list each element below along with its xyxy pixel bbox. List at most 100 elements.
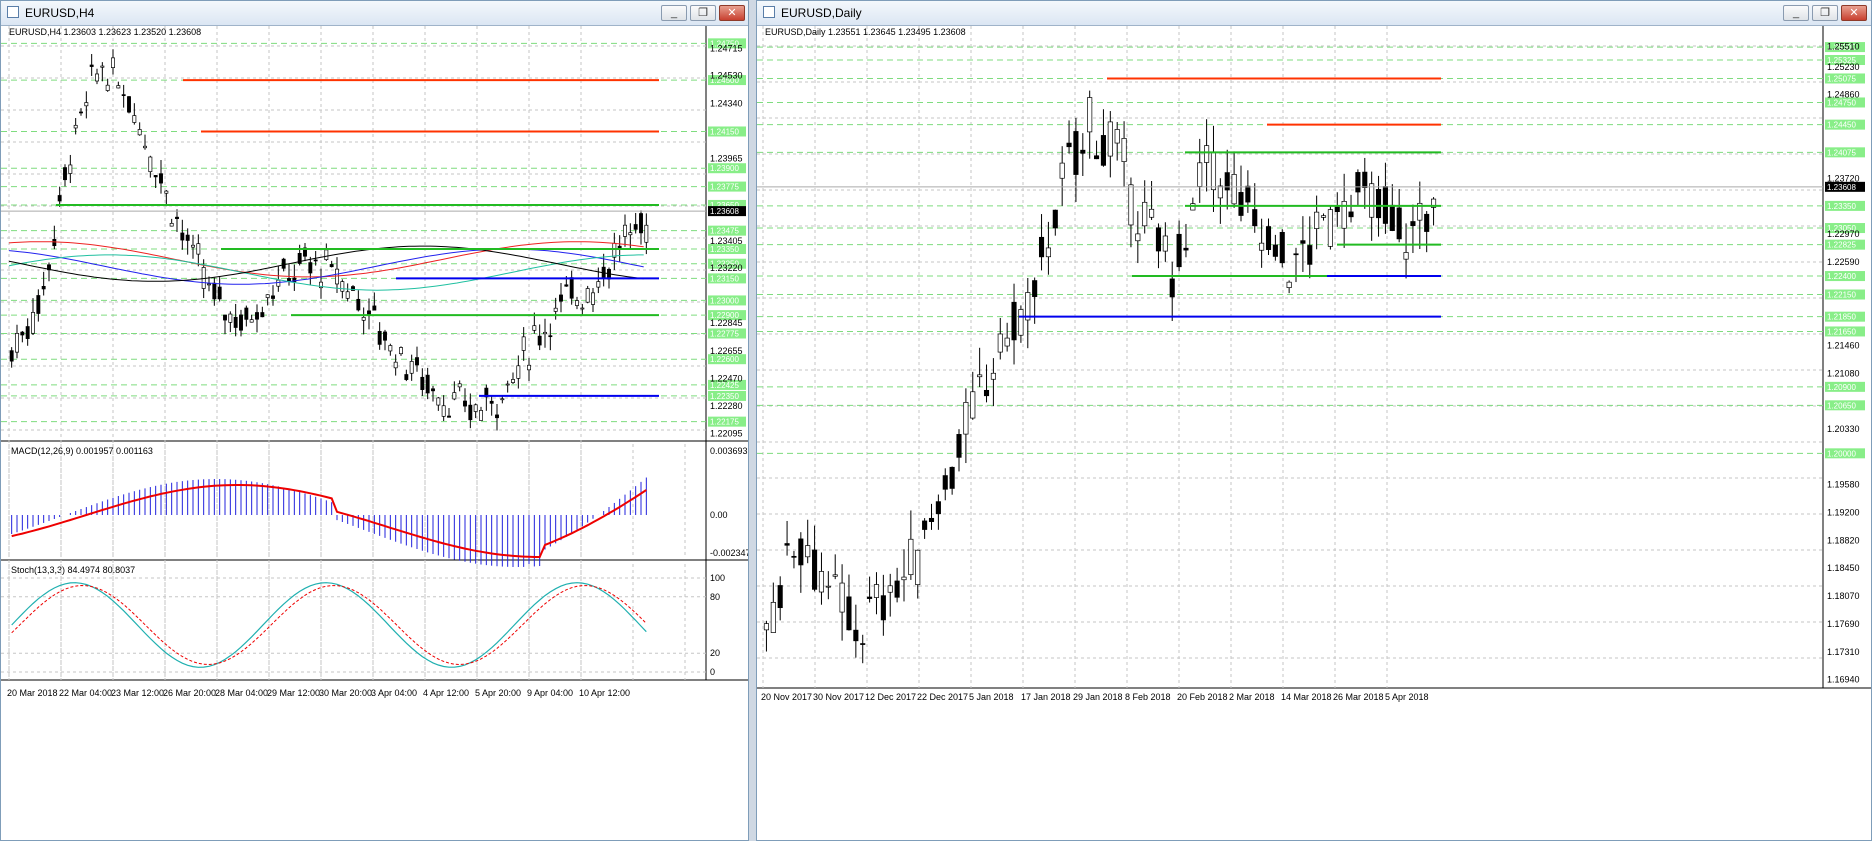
candle-body: [1135, 233, 1141, 242]
current-price-text: 1.23608: [710, 207, 739, 216]
candle-body: [575, 300, 579, 306]
macd-axis-bottom: -0.002347: [710, 548, 748, 558]
price-axis-label: 1.24530: [710, 71, 743, 81]
candle-body: [935, 501, 941, 515]
price-axis-label: 1.18070: [1827, 591, 1860, 601]
level-badge-text: 1.23900: [710, 164, 739, 173]
daily-chart-canvas[interactable]: 1.255001.253251.250751.247501.244501.240…: [757, 26, 1871, 840]
candle-body: [846, 596, 852, 631]
candle-body: [990, 372, 996, 380]
candle-body: [441, 405, 446, 417]
level-badge-text: 1.22600: [710, 355, 739, 364]
restore-button[interactable]: ❐: [1812, 5, 1838, 21]
candle-body: [468, 404, 473, 421]
candle-body: [415, 357, 419, 366]
candle-body: [1217, 185, 1223, 199]
level-badge-text: 1.20900: [1827, 383, 1856, 392]
daily-chart-window: EURUSD,Daily _ ❐ ✕ 1.25500 1.25325 1.25075…: [756, 0, 1872, 841]
candle-body: [15, 333, 19, 353]
stoch-label: Stoch(13,3,3) 84.4974 80.8037: [11, 565, 135, 575]
daily-window-titlebar[interactable]: EURUSD,Daily _ ❐ ✕: [757, 1, 1871, 26]
candle-body: [244, 307, 249, 320]
candle-body: [553, 307, 558, 312]
candle-body: [79, 111, 83, 114]
close-button[interactable]: ✕: [1841, 5, 1867, 21]
candle-body: [1259, 242, 1265, 251]
candle-body: [915, 549, 921, 585]
candle-body: [1238, 192, 1244, 216]
time-axis-label: 30 Nov 2017: [813, 692, 864, 702]
time-axis-label: 30 Mar 20:00: [319, 688, 372, 698]
candle-body: [1396, 207, 1402, 240]
price-axis-label: 1.22590: [1827, 257, 1860, 267]
candle-body: [143, 145, 147, 149]
candle-body: [121, 94, 126, 96]
candle-body: [1107, 121, 1113, 157]
candle-body: [159, 173, 163, 184]
time-axis-label: 8 Feb 2018: [1125, 692, 1171, 702]
level-badge-text: 1.22825: [1827, 241, 1856, 250]
candle-body: [153, 175, 158, 178]
level-badge-text: 1.23350: [710, 245, 739, 254]
candle-body: [997, 333, 1003, 353]
candle-body: [585, 288, 590, 303]
candle-body: [908, 538, 914, 576]
candle-body: [1149, 208, 1155, 218]
candle-body: [260, 312, 265, 318]
candle-body: [1410, 221, 1416, 227]
price-axis-label: 1.24860: [1827, 89, 1860, 99]
h4-window-titlebar[interactable]: EURUSD,H4 _ ❐ ✕: [1, 1, 748, 26]
candle-body: [1334, 206, 1340, 212]
level-badge-text: 1.25075: [1827, 74, 1856, 83]
time-axis-label: 22 Dec 2017: [917, 692, 968, 702]
candle-body: [196, 243, 201, 255]
price-axis-label: 1.22095: [710, 428, 743, 438]
h4-chart-canvas[interactable]: 1.247501.245001.241501.239001.237751.236…: [1, 26, 748, 840]
candle-body: [867, 596, 873, 599]
candle-body: [409, 361, 414, 374]
candle-body: [894, 580, 900, 598]
time-axis-label: 20 Mar 2018: [7, 688, 58, 698]
candle-body: [31, 312, 35, 334]
level-badge-text: 1.23775: [710, 183, 739, 192]
candle-body: [73, 124, 78, 129]
close-button[interactable]: ✕: [719, 5, 745, 21]
minimize-button[interactable]: _: [661, 5, 687, 21]
candle-body: [784, 543, 790, 546]
candle-body: [1183, 247, 1189, 251]
chart-window-icon: [7, 6, 19, 18]
minimize-button[interactable]: _: [1783, 5, 1809, 21]
candle-body: [777, 585, 783, 609]
candle-body: [276, 279, 281, 287]
candle-body: [329, 264, 334, 268]
time-axis-label: 23 Mar 12:00: [111, 688, 164, 698]
price-axis-label: 1.20330: [1827, 424, 1860, 434]
candle-body: [1231, 174, 1237, 205]
candle-body: [612, 242, 617, 258]
price-axis-label: 1.22970: [1827, 229, 1860, 239]
candle-body: [324, 249, 329, 261]
candle-body: [111, 57, 115, 68]
candle-body: [308, 262, 313, 274]
candle-body: [791, 555, 797, 558]
price-axis-label: 1.24340: [710, 99, 743, 109]
candle-body: [628, 232, 633, 236]
restore-button[interactable]: ❐: [690, 5, 716, 21]
candle-body: [479, 410, 483, 421]
candle-body: [393, 361, 398, 369]
candle-body: [1327, 209, 1333, 247]
candle-body: [548, 335, 553, 338]
candle-body: [233, 316, 238, 328]
candle-body: [95, 73, 99, 82]
h4-chart-header: EURUSD,H4 1.23603 1.23623 1.23520 1.2360…: [9, 27, 201, 37]
candle-body: [175, 216, 179, 219]
stoch-axis-label: 20: [710, 648, 720, 658]
candle-body: [770, 601, 776, 633]
stoch-axis-label: 0: [710, 667, 715, 677]
candle-body: [1038, 236, 1045, 258]
chart-window-icon: [763, 6, 775, 18]
level-badge-text: 1.24150: [710, 127, 739, 136]
daily-chart-header: EURUSD,Daily 1.23551 1.23645 1.23495 1.2…: [765, 27, 966, 37]
candle-body: [1293, 253, 1299, 256]
current-price-text: 1.23608: [1827, 183, 1856, 192]
